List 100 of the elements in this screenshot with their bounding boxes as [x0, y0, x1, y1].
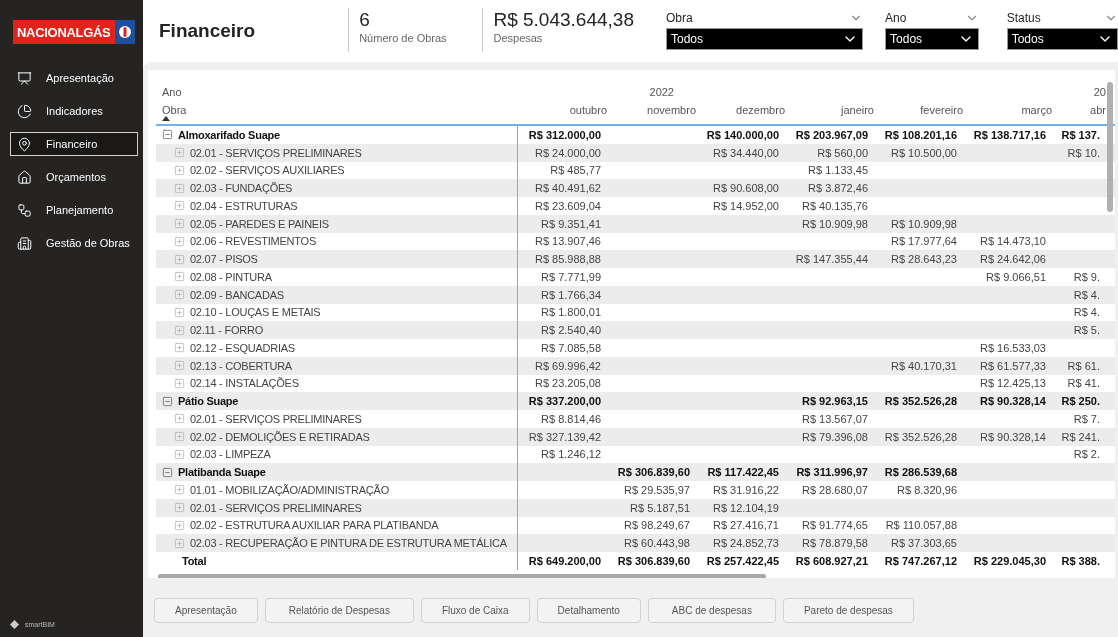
- expand-icon[interactable]: [174, 519, 185, 531]
- value-cell: R$ 608.927,21: [795, 554, 868, 567]
- value-cell: R$ 2.540,40: [541, 324, 601, 337]
- value-cell: R$ 337.200,00: [528, 395, 601, 408]
- row-label: 02.03 - FUNDAÇÕES: [190, 182, 293, 195]
- workflow-icon: [17, 202, 32, 218]
- month-header[interactable]: novembro: [647, 104, 696, 116]
- row-label: 02.02 - SERVIÇOS AUXILIARES: [190, 164, 345, 177]
- row-header: Obra: [162, 104, 187, 116]
- expand-icon[interactable]: [174, 182, 185, 194]
- expand-icon[interactable]: [174, 218, 185, 230]
- value-cell: R$ 388.: [1061, 554, 1100, 567]
- value-cell: R$ 8.320,96: [897, 483, 957, 496]
- kpi-label: Despesas: [493, 32, 544, 44]
- value-cell: R$ 28.643,23: [890, 253, 957, 266]
- value-cell: R$ 110.057,88: [885, 519, 957, 532]
- value-cell: R$ 27.416,71: [712, 519, 779, 532]
- expand-icon[interactable]: [174, 502, 185, 514]
- year-header: 2022: [649, 86, 674, 98]
- value-cell: R$ 92.963,15: [801, 395, 868, 408]
- expand-icon[interactable]: [174, 253, 185, 265]
- nav-button[interactable]: Relatório de Despesas: [264, 598, 414, 623]
- value-cell: R$ 4.: [1073, 288, 1100, 301]
- brand-name: NACIONALGÁS: [16, 24, 112, 40]
- row-label: Total: [182, 554, 207, 567]
- pie-chart-icon: [17, 103, 32, 119]
- building-icon: [17, 235, 32, 251]
- nav-button[interactable]: Detalhamento: [536, 598, 641, 623]
- expand-icon[interactable]: [174, 200, 185, 212]
- value-cell: R$ 10.909,98: [801, 217, 868, 230]
- value-cell: R$ 229.045,30: [973, 554, 1046, 567]
- expand-icon[interactable]: [174, 147, 185, 159]
- month-header[interactable]: janeiro: [840, 104, 874, 116]
- month-header[interactable]: março: [1021, 104, 1052, 116]
- expand-icon[interactable]: [174, 448, 185, 460]
- sidebar-item[interactable]: Apresentação: [10, 66, 138, 90]
- expand-icon[interactable]: [174, 342, 185, 354]
- row-label: 02.02 - ESTRUTURA AUXILIAR PARA PLATIBANDA: [190, 519, 439, 532]
- value-cell: R$ 10.: [1067, 146, 1100, 159]
- value-cell: R$ 90.328,14: [979, 395, 1046, 408]
- sidebar-item[interactable]: Indicadores: [10, 99, 138, 123]
- month-header[interactable]: dezembro: [736, 104, 785, 116]
- collapse-icon[interactable]: [162, 129, 173, 141]
- sidebar-item[interactable]: Gestão de Obras: [10, 231, 138, 255]
- value-cell: R$ 9.066,51: [986, 270, 1046, 283]
- expand-icon[interactable]: [174, 235, 185, 247]
- sort-arrow-icon[interactable]: [162, 116, 170, 121]
- value-cell: R$ 352.526,28: [884, 430, 957, 443]
- expand-icon[interactable]: [174, 164, 185, 176]
- month-header[interactable]: fevereiro: [920, 104, 963, 116]
- month-header[interactable]: outubro: [569, 104, 607, 116]
- expand-icon[interactable]: [174, 360, 185, 372]
- expand-icon[interactable]: [174, 271, 185, 283]
- sidebar-item[interactable]: Orçamentos: [10, 165, 138, 189]
- expand-icon[interactable]: [174, 377, 185, 389]
- nav-button[interactable]: Fluxo de Caixa: [420, 598, 530, 623]
- value-cell: R$ 10.500,00: [890, 146, 957, 159]
- value-cell: R$ 1.800,01: [541, 306, 601, 319]
- row-label: 02.01 - SERVIÇOS PRELIMINARES: [190, 146, 362, 159]
- value-cell: R$ 40.170,31: [890, 359, 957, 372]
- kpi-label: Número de Obras: [359, 32, 448, 44]
- value-cell: R$ 13.567,07: [801, 412, 868, 425]
- value-cell: R$ 312.000,00: [528, 128, 601, 141]
- row-label: 02.05 - PAREDES E PAINEIS: [190, 217, 329, 230]
- value-cell: R$ 29.535,97: [623, 483, 690, 496]
- expand-icon[interactable]: [174, 289, 185, 301]
- nav-button[interactable]: Apresentação: [154, 598, 258, 623]
- value-cell: R$ 28.680,07: [801, 483, 868, 496]
- sidebar-item[interactable]: Planejamento: [10, 198, 138, 222]
- expand-icon[interactable]: [174, 413, 185, 425]
- collapse-icon[interactable]: [162, 395, 173, 407]
- value-cell: R$ 12.425,13: [979, 377, 1046, 390]
- expand-icon[interactable]: [174, 431, 185, 443]
- value-cell: R$ 117.422,45: [707, 466, 779, 479]
- sidebar-item[interactable]: Financeiro: [10, 132, 138, 156]
- collapse-icon[interactable]: [162, 466, 173, 478]
- filter-dropdown[interactable]: Todos: [666, 28, 864, 50]
- month-header[interactable]: abr: [1090, 104, 1106, 116]
- value-cell: R$ 13.907,46: [534, 235, 601, 248]
- expand-icon[interactable]: [174, 324, 185, 336]
- filter-dropdown[interactable]: Todos: [885, 28, 979, 50]
- filter-dropdown[interactable]: Todos: [1006, 28, 1118, 50]
- kpi-value: 6: [359, 8, 371, 32]
- expand-icon[interactable]: [174, 484, 185, 496]
- row-label: Almoxarifado Suape: [178, 128, 280, 141]
- value-cell: R$ 286.539,68: [884, 466, 957, 479]
- vertical-scrollbar[interactable]: [1107, 82, 1113, 212]
- pin-icon: [17, 136, 32, 152]
- value-cell: R$ 69.996,42: [534, 359, 601, 372]
- value-cell: R$ 306.839,60: [617, 466, 690, 479]
- nav-button[interactable]: Pareto de despesas: [782, 598, 914, 623]
- value-cell: R$ 485,77: [550, 164, 601, 177]
- value-cell: R$ 61.: [1067, 359, 1100, 372]
- row-label: 02.08 - PINTURA: [190, 270, 272, 283]
- horizontal-scrollbar[interactable]: [158, 573, 766, 578]
- expand-icon[interactable]: [174, 306, 185, 318]
- expand-icon[interactable]: [174, 537, 185, 549]
- value-cell: R$ 37.303,65: [890, 537, 957, 550]
- nav-button[interactable]: ABC de despesas: [647, 598, 776, 623]
- value-cell: R$ 12.104,19: [712, 501, 779, 514]
